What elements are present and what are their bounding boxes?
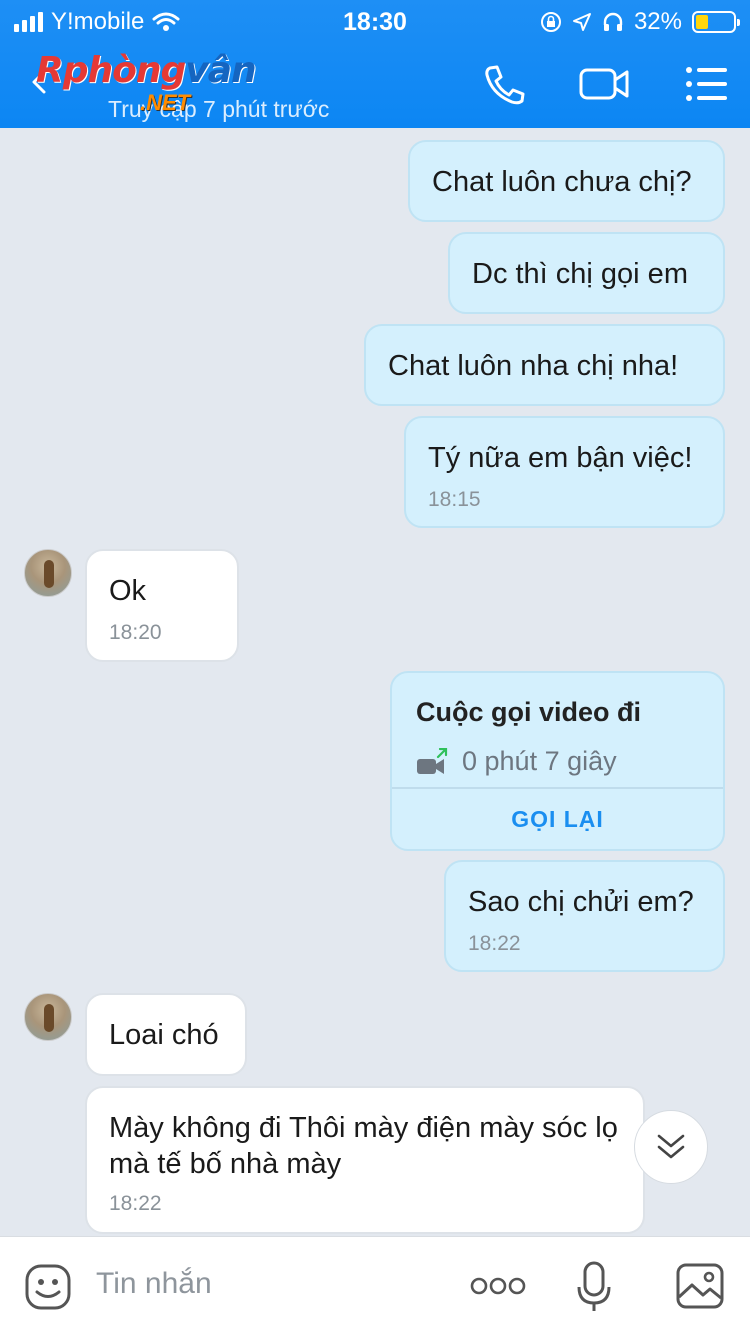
message-text: Chat luôn chưa chị? <box>432 166 692 198</box>
image-icon[interactable] <box>676 1263 724 1309</box>
contact-avatar[interactable] <box>24 549 72 597</box>
scroll-to-bottom-button[interactable] <box>634 1110 708 1184</box>
message-composer: Tin nhắn <box>0 1236 750 1334</box>
status-icons: 32% <box>540 8 740 36</box>
message-text: Mày không đi Thôi mày điện mày sóc lọ mà… <box>109 1112 618 1180</box>
message-time: 18:22 <box>109 1192 162 1215</box>
message-bubble-outgoing[interactable]: Chat luôn nha chị nha! <box>364 324 725 406</box>
rotation-lock-icon <box>540 12 561 32</box>
headphones-icon <box>603 12 623 31</box>
video-call-card: Cuộc gọi video đi 0 phút 7 giây GỌI LẠI <box>390 671 725 851</box>
battery-icon <box>692 11 740 33</box>
call-duration-text: 0 phút 7 giây <box>462 746 617 776</box>
message-bubble-incoming[interactable]: Mày không đi Thôi mày điện mày sóc lọ mà… <box>85 1086 645 1234</box>
message-text: Chat luôn nha chị nha! <box>388 350 679 382</box>
battery-fill <box>696 15 708 29</box>
logo-part-1: Rphòng <box>36 50 186 91</box>
message-text: Dc thì chị gọi em <box>472 258 688 290</box>
message-time: 18:15 <box>428 488 481 511</box>
location-icon <box>572 13 591 31</box>
message-bubble-outgoing[interactable]: Dc thì chị gọi em <box>448 232 725 314</box>
call-title: Cuộc gọi video đi <box>416 697 642 727</box>
message-input[interactable]: Tin nhắn <box>96 1267 212 1301</box>
menu-icon[interactable] <box>682 62 734 106</box>
battery-percent: 32% <box>633 8 682 35</box>
microphone-icon[interactable] <box>576 1261 612 1313</box>
message-time: 18:22 <box>468 932 521 955</box>
outgoing-video-call-icon <box>417 747 448 774</box>
message-time: 18:20 <box>109 621 162 644</box>
message-bubble-incoming[interactable]: Ok 18:20 <box>85 549 239 662</box>
message-bubble-outgoing[interactable]: Tý nữa em bận việc! 18:15 <box>404 416 725 528</box>
watermark-logo: Rphòngvân <box>36 50 257 91</box>
double-chevron-down-icon <box>657 1134 685 1159</box>
more-icon[interactable] <box>470 1275 526 1297</box>
message-text: Tý nữa em bận việc! <box>428 442 693 474</box>
status-bar: Y!mobile 18:30 32% <box>0 0 750 40</box>
chat-header: Y!mobile 18:30 32% Truy cập 7 phút trước… <box>0 0 750 128</box>
call-duration-row: 0 phút 7 giây <box>416 746 699 777</box>
message-bubble-incoming[interactable]: Loai chó <box>85 993 247 1076</box>
message-text: Ok <box>109 575 147 607</box>
message-bubble-outgoing[interactable]: Sao chị chửi em? 18:22 <box>444 860 725 972</box>
logo-part-2: vân <box>185 50 256 91</box>
video-camera-icon[interactable] <box>578 62 630 106</box>
message-text: Loai chó <box>109 1019 219 1051</box>
message-bubble-outgoing[interactable]: Chat luôn chưa chị? <box>408 140 725 222</box>
contact-avatar[interactable] <box>24 993 72 1041</box>
call-back-button[interactable]: GỌI LẠI <box>392 789 723 849</box>
sticker-icon[interactable] <box>24 1263 72 1311</box>
message-text: Sao chị chửi em? <box>468 886 694 918</box>
phone-icon[interactable] <box>480 62 532 106</box>
logo-net: .NET <box>140 90 191 115</box>
